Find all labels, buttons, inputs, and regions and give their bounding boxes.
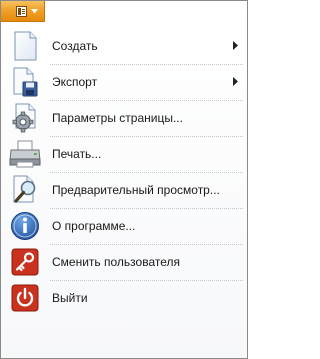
info-icon [11,212,39,240]
chevron-down-icon [31,9,38,14]
menu-item-switch-user[interactable]: Сменить пользователя [5,244,245,281]
menu-item-print-preview[interactable]: Предварительный просмотр... [5,172,245,209]
printer-icon [9,140,41,168]
chevron-right-icon [233,77,238,86]
chevron-right-icon [233,41,238,50]
key-icon [11,248,39,276]
menu-item-export[interactable]: Экспорт [5,64,245,101]
menu-item-print[interactable]: Печать... [5,136,245,173]
menu-item-label: Параметры страницы... [52,111,183,125]
menu-item-about[interactable]: О программе... [5,208,245,245]
menu-item-page-settings[interactable]: Параметры страницы... [5,100,245,137]
menu-item-exit[interactable]: Выйти [5,280,245,316]
document-icon [16,6,27,17]
export-save-icon [13,67,38,97]
menu-item-label: Создать [52,39,98,53]
menu-item-label: Сменить пользователя [52,255,180,269]
page-settings-icon [12,103,36,133]
application-menu: Создать Экспорт Параметры страницы... Пе… [0,0,248,359]
menu-item-label: Предварительный просмотр... [52,183,220,197]
application-menu-button[interactable] [1,1,45,22]
power-icon [11,284,39,312]
new-document-icon [14,31,37,61]
menu-list: Создать Экспорт Параметры страницы... Пе… [5,28,245,316]
print-preview-icon [13,175,36,203]
menu-item-new[interactable]: Создать [5,28,245,65]
menu-item-label: Экспорт [52,75,98,89]
menu-item-label: Печать... [52,147,102,161]
menu-item-label: Выйти [52,291,88,305]
menu-item-label: О программе... [52,219,136,233]
